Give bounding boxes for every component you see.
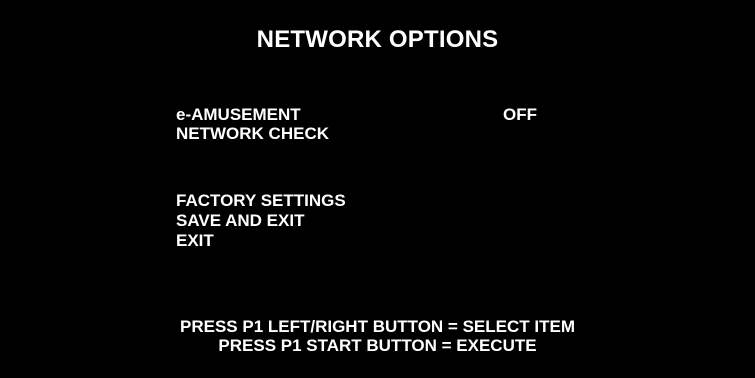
instruction-execute: PRESS P1 START BUTTON = EXECUTE [218,336,537,355]
menu-item-e-amusement[interactable]: e-AMUSEMENT [176,105,301,124]
network-options-screen: NETWORK OPTIONS e-AMUSEMENT OFF NETWORK … [0,0,755,378]
menu-item-save-and-exit[interactable]: SAVE AND EXIT [176,211,304,230]
instruction-select-item: PRESS P1 LEFT/RIGHT BUTTON = SELECT ITEM [180,317,575,336]
page-title: NETWORK OPTIONS [256,26,499,53]
menu-item-network-check[interactable]: NETWORK CHECK [176,124,329,143]
menu-item-exit[interactable]: EXIT [176,231,214,250]
e-amusement-setting-value: OFF [503,105,537,124]
menu-item-factory-settings[interactable]: FACTORY SETTINGS [176,191,346,210]
